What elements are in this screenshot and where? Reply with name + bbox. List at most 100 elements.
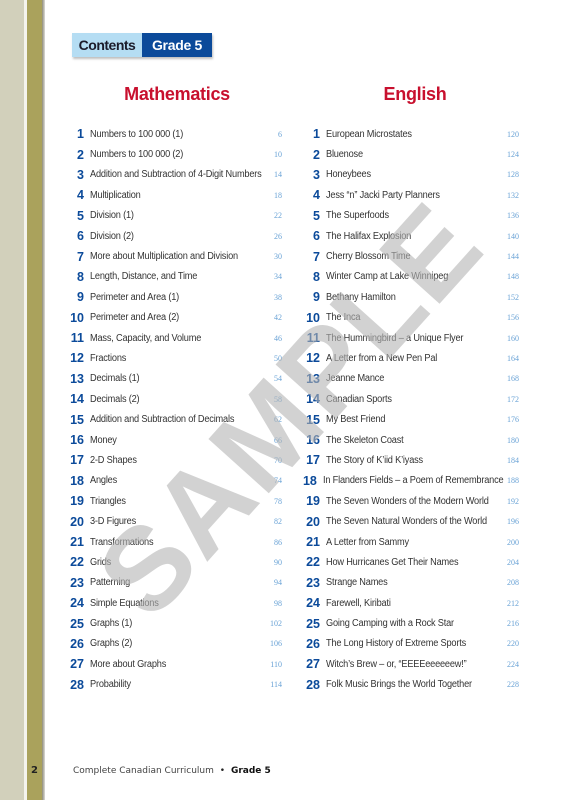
footer-book-title: Complete Canadian Curriculum	[73, 766, 214, 776]
entry-number: 28	[70, 677, 84, 692]
english-toc-entry[interactable]: 12 A Letter from a New Pen Pal 164	[298, 348, 519, 368]
entry-page: 220	[507, 639, 519, 649]
entry-number: 15	[306, 412, 320, 427]
english-toc-entry[interactable]: 18 In Flanders Fields – a Poem of Remembr…	[298, 471, 519, 491]
english-toc-entry[interactable]: 6 The Halifax Explosion 140	[298, 226, 519, 246]
english-toc-entry[interactable]: 28 Folk Music Brings the World Together 22…	[298, 675, 519, 695]
mathematics-toc-entry[interactable]: 25 Graphs (1) 102	[62, 613, 282, 633]
mathematics-toc-entry[interactable]: 17 2-D Shapes 70	[62, 450, 282, 470]
mathematics-toc-entry[interactable]: 12 Fractions 50	[62, 348, 282, 368]
mathematics-toc-entry[interactable]: 20 3-D Figures 82	[62, 511, 282, 531]
entry-title: 2-D Shapes	[90, 454, 137, 466]
english-toc-entry[interactable]: 22 How Hurricanes Get Their Names 204	[298, 552, 519, 572]
english-toc-entry[interactable]: 16 The Skeleton Coast 180	[298, 430, 519, 450]
footer-grade: Grade 5	[230, 766, 271, 776]
mathematics-toc-entry[interactable]: 18 Angles 74	[62, 471, 282, 491]
entry-page: 200	[507, 537, 519, 547]
mathematics-toc-entry[interactable]: 1 Numbers to 100 000 (1) 6	[62, 124, 282, 144]
mathematics-toc-entry[interactable]: 26 Graphs (2) 106	[62, 634, 282, 654]
english-toc-entry[interactable]: 10 The Inca 156	[298, 308, 519, 328]
entry-number: 14	[70, 392, 84, 407]
english-toc-entry[interactable]: 24 Farewell, Kiribati 212	[298, 593, 519, 613]
english-heading: English	[383, 84, 447, 104]
entry-page: 136	[507, 211, 519, 221]
english-toc-entry[interactable]: 2 Bluenose 124	[298, 144, 519, 164]
english-toc-entry[interactable]: 21 A Letter from Sammy 200	[298, 532, 519, 552]
english-toc-entry[interactable]: 25 Going Camping with a Rock Star 216	[298, 613, 519, 633]
mathematics-toc-entry[interactable]: 11 Mass, Capacity, and Volume 46	[62, 328, 282, 348]
english-toc-entry[interactable]: 1 European Microstates 120	[298, 124, 519, 144]
footer: Complete Canadian Curriculum • Grade 5	[73, 766, 271, 776]
entry-title: The Inca	[326, 312, 361, 324]
entry-title: In Flanders Fields – a Poem of Remembran…	[322, 475, 504, 487]
entry-page: 18	[274, 190, 282, 200]
entry-number: 23	[306, 575, 320, 590]
entry-page: 14	[274, 170, 282, 180]
mathematics-toc-entry[interactable]: 19 Triangles 78	[62, 491, 282, 511]
mathematics-toc-entry[interactable]: 13 Decimals (1) 54	[62, 369, 282, 389]
english-toc-entry[interactable]: 15 My Best Friend 176	[298, 409, 519, 429]
entry-title: Probability	[90, 679, 131, 691]
entry-number: 21	[306, 535, 320, 549]
mathematics-toc-entry[interactable]: 4 Multiplication 18	[62, 185, 282, 205]
english-toc-entry[interactable]: 23 Strange Names 208	[298, 573, 519, 593]
entry-page: 58	[274, 394, 282, 404]
entry-page: 152	[507, 292, 519, 302]
entry-title: Winter Camp at Lake Winnipeg	[326, 271, 449, 283]
english-toc-entry[interactable]: 5 The Superfoods 136	[298, 206, 519, 226]
entry-page: 38	[274, 292, 282, 302]
mathematics-toc-entry[interactable]: 16 Money 66	[62, 430, 282, 450]
english-toc-entry[interactable]: 11 The Hummingbird – a Unique Flyer 160	[298, 328, 519, 348]
english-toc-entry[interactable]: 3 Honeybees 128	[298, 165, 519, 185]
entry-title: Folk Music Brings the World Together	[326, 679, 472, 691]
entry-title: Graphs (1)	[90, 618, 133, 630]
english-toc-entry[interactable]: 19 The Seven Wonders of the Modern World 1…	[298, 491, 519, 511]
english-toc-entry[interactable]: 27 Witch’s Brew – or, “EEEEeeeeeew!” 224	[298, 654, 519, 674]
entry-number: 7	[77, 249, 84, 264]
english-toc-entry[interactable]: 7 Cherry Blossom Time 144	[298, 246, 519, 266]
mathematics-toc-entry[interactable]: 6 Division (2) 26	[62, 226, 282, 246]
entry-title: The Seven Natural Wonders of the World	[326, 516, 487, 528]
english-toc-entry[interactable]: 13 Jeanne Mance 168	[298, 369, 519, 389]
mathematics-toc-entry[interactable]: 5 Division (1) 22	[62, 206, 282, 226]
entry-number: 27	[70, 657, 84, 672]
entry-title: Transformations	[90, 536, 154, 548]
mathematics-toc-entry[interactable]: 23 Patterning 94	[62, 573, 282, 593]
mathematics-toc-entry[interactable]: 21 Transformations 86	[62, 532, 282, 552]
mathematics-toc-entry[interactable]: 28 Probability 114	[62, 675, 282, 695]
english-toc-entry[interactable]: 20 The Seven Natural Wonders of the World…	[298, 511, 519, 531]
entry-title: The Seven Wonders of the Modern World	[326, 495, 489, 507]
mathematics-toc-entry[interactable]: 24 Simple Equations 98	[62, 593, 282, 613]
english-toc-entry[interactable]: 26 The Long History of Extreme Sports 220	[298, 634, 519, 654]
entry-title: Mass, Capacity, and Volume	[90, 332, 202, 344]
entry-title: Honeybees	[326, 169, 371, 181]
mathematics-toc-entry[interactable]: 3 Addition and Subtraction of 4-Digit Num…	[62, 165, 282, 185]
entry-page: 70	[274, 455, 282, 465]
english-toc-entry[interactable]: 4 Jess “n” Jacki Party Planners 132	[298, 185, 519, 205]
english-toc-entry[interactable]: 9 Bethany Hamilton 152	[298, 287, 519, 307]
mathematics-toc-entry[interactable]: 27 More about Graphs 110	[62, 654, 282, 674]
mathematics-toc-entry[interactable]: 10 Perimeter and Area (2) 42	[62, 308, 282, 328]
mathematics-toc-entry[interactable]: 8 Length, Distance, and Time 34	[62, 267, 282, 287]
entry-title: Bluenose	[326, 149, 363, 161]
entry-page: 128	[507, 170, 519, 180]
mathematics-toc-entry[interactable]: 15 Addition and Subtraction of Decimals 62	[62, 409, 282, 429]
grade-label: Grade 5	[142, 33, 212, 57]
english-toc-entry[interactable]: 17 The Story of K’iid K’iyass 184	[298, 450, 519, 470]
mathematics-toc-entry[interactable]: 7 More about Multiplication and Division 3…	[62, 246, 282, 266]
entry-page: 140	[507, 231, 519, 241]
english-toc-entry[interactable]: 8 Winter Camp at Lake Winnipeg 148	[298, 267, 519, 287]
mathematics-toc-entry[interactable]: 14 Decimals (2) 58	[62, 389, 282, 409]
contents-badge: Contents Grade 5	[72, 33, 212, 57]
entry-title: A Letter from a New Pen Pal	[326, 352, 438, 364]
mathematics-toc-entry[interactable]: 22 Grids 90	[62, 552, 282, 572]
entry-page: 132	[507, 190, 519, 200]
english-toc-entry[interactable]: 14 Canadian Sports 172	[298, 389, 519, 409]
entry-title: Cherry Blossom Time	[326, 251, 411, 263]
entry-number: 10	[306, 310, 320, 325]
mathematics-toc-entry[interactable]: 2 Numbers to 100 000 (2) 10	[62, 144, 282, 164]
entry-page: 212	[507, 598, 519, 608]
mathematics-toc-entry[interactable]: 9 Perimeter and Area (1) 38	[62, 287, 282, 307]
entry-title: The Story of K’iid K’iyass	[326, 454, 423, 466]
entry-number: 20	[306, 514, 320, 529]
